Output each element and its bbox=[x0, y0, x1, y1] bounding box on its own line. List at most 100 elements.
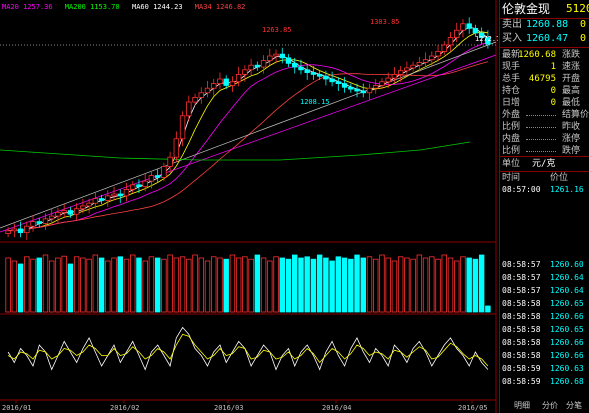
tick-row[interactable]: 08:58:58 1260.66 bbox=[502, 311, 588, 323]
candle-body bbox=[397, 70, 404, 75]
candle-body bbox=[17, 228, 24, 234]
volume-bar bbox=[354, 254, 360, 313]
volume-bar bbox=[485, 305, 491, 313]
quote-value: 1260.68 bbox=[518, 50, 556, 60]
tick-time: 08:57:00 bbox=[502, 185, 541, 194]
annotation-high2: 1303.85 bbox=[370, 18, 400, 26]
tick-time: 08:58:58 bbox=[502, 312, 541, 321]
candle-body bbox=[92, 198, 99, 204]
candle-body bbox=[329, 78, 335, 83]
tick-price: 1260.65 bbox=[550, 299, 584, 308]
volume-bar bbox=[11, 260, 18, 313]
tick-row[interactable]: 08:58:58 1260.66 bbox=[502, 350, 588, 362]
tick-price: 1260.66 bbox=[550, 312, 584, 321]
candle-body bbox=[248, 64, 254, 71]
tick-time: 08:58:58 bbox=[502, 351, 541, 360]
quote-label-right: 最高 bbox=[562, 86, 581, 96]
volume-bar bbox=[385, 257, 391, 313]
candle-body bbox=[416, 62, 423, 66]
tick-row[interactable]: 08:58:58 1260.65 bbox=[502, 324, 588, 336]
tick-price: 1260.68 bbox=[550, 377, 584, 386]
tab-detail[interactable]: 明细 bbox=[514, 400, 530, 412]
volume-bar bbox=[441, 254, 447, 313]
tick-time-header: 时间 bbox=[502, 173, 521, 183]
volume-bar bbox=[404, 257, 410, 313]
candle-body bbox=[49, 215, 55, 220]
candle-body bbox=[341, 83, 348, 88]
candle-body bbox=[385, 77, 391, 83]
volume-bar bbox=[86, 258, 92, 313]
candle-body bbox=[105, 195, 111, 201]
candle-body bbox=[310, 72, 317, 75]
candle-body bbox=[379, 81, 385, 86]
volume-bar bbox=[267, 260, 273, 313]
tab-price-distribution[interactable]: 分价 bbox=[542, 400, 558, 412]
unit-value: 元/克 bbox=[532, 159, 556, 169]
legend-ma34: MA34 1246.82 bbox=[195, 3, 246, 11]
volume-bar bbox=[416, 254, 423, 313]
candle-body bbox=[429, 55, 435, 61]
quote-label-right: 开盘 bbox=[562, 74, 581, 84]
candle-body bbox=[61, 210, 67, 213]
candle-body bbox=[404, 67, 410, 72]
candle-body bbox=[204, 87, 211, 94]
tick-row[interactable]: 08:58:57 1260.60 bbox=[502, 259, 588, 271]
volume-bar bbox=[285, 258, 292, 313]
volume-bar bbox=[242, 256, 248, 313]
tick-time: 08:58:58 bbox=[502, 338, 541, 347]
volume-bar bbox=[466, 257, 472, 313]
volume-bar bbox=[5, 257, 11, 313]
candle-body bbox=[73, 208, 80, 215]
quote-label-right: 昨收 bbox=[562, 122, 581, 132]
volume-bar bbox=[217, 257, 223, 313]
tick-price-header: 价位 bbox=[550, 173, 569, 183]
candle-body bbox=[373, 85, 379, 89]
tick-price: 1260.63 bbox=[550, 364, 584, 373]
volume-bar bbox=[92, 254, 99, 313]
volume-bar bbox=[198, 257, 204, 313]
sell-label: 卖出 bbox=[502, 19, 522, 30]
tick-row[interactable]: 08:58:59 1260.68 bbox=[502, 376, 588, 388]
candle-body bbox=[260, 60, 267, 68]
candle-body bbox=[136, 184, 142, 188]
volume-bar bbox=[316, 254, 323, 313]
volume-bar bbox=[117, 256, 123, 313]
tick-row[interactable]: 08:58:57 1260.64 bbox=[502, 272, 588, 284]
volume-bar bbox=[310, 258, 317, 313]
volume-bar bbox=[105, 260, 111, 313]
tab-tick[interactable]: 分笔 bbox=[566, 400, 582, 412]
tick-time: 08:58:57 bbox=[502, 260, 541, 269]
tick-time: 08:58:57 bbox=[502, 286, 541, 295]
candle-body bbox=[30, 221, 36, 227]
volume-bar bbox=[136, 257, 142, 313]
tick-time: 08:58:58 bbox=[502, 325, 541, 334]
tick-row[interactable]: 08:57:00 1261.16 bbox=[502, 184, 588, 196]
quote-row: 最新 1260.68 涨跌 bbox=[502, 49, 588, 61]
tick-price: 1261.16 bbox=[550, 185, 584, 194]
quote-row: 现手 1 速涨 bbox=[502, 61, 588, 73]
tick-price: 1260.65 bbox=[550, 325, 584, 334]
volume-bar bbox=[192, 254, 198, 313]
volume-bar bbox=[478, 254, 485, 313]
volume-bar bbox=[410, 258, 416, 313]
volume-bar bbox=[329, 260, 335, 313]
quote-label-right: 涨跌 bbox=[562, 50, 581, 60]
volume-bar bbox=[148, 256, 155, 313]
legend-ma20: MA20 1257.36 bbox=[2, 3, 53, 11]
x-tick-label: 2016/04 bbox=[322, 404, 352, 412]
volume-bar bbox=[472, 258, 479, 313]
candle-body bbox=[410, 64, 416, 69]
candle-body bbox=[235, 74, 242, 83]
volume-bar bbox=[173, 257, 180, 313]
volume-bar bbox=[223, 258, 229, 313]
legend-ma60: MA60 1244.23 bbox=[132, 3, 183, 11]
candle-body bbox=[211, 83, 217, 89]
tick-row[interactable]: 08:58:59 1260.63 bbox=[502, 363, 588, 375]
tick-row[interactable]: 08:58:58 1260.65 bbox=[502, 298, 588, 310]
volume-bar bbox=[341, 257, 348, 313]
candle-body bbox=[98, 198, 105, 201]
quote-row: 持仓 0 最高 bbox=[502, 85, 588, 97]
volume-bar bbox=[154, 257, 161, 313]
tick-row[interactable]: 08:58:57 1260.64 bbox=[502, 285, 588, 297]
tick-row[interactable]: 08:58:58 1260.66 bbox=[502, 337, 588, 349]
